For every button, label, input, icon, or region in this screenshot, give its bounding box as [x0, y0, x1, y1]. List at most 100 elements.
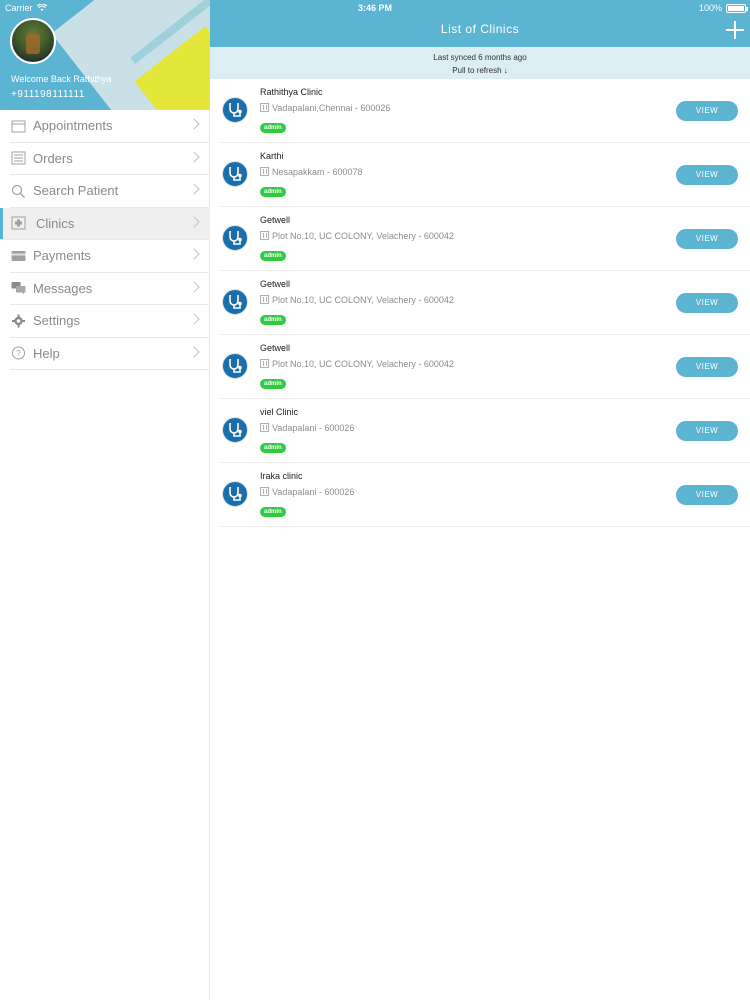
- list-item[interactable]: Getwell Plot No.10, UC COLONY, Velachery…: [220, 271, 750, 335]
- sidebar-item-label: Appointments: [33, 118, 113, 134]
- sidebar-menu: Appointments Orders Search Patient Clini…: [0, 110, 210, 370]
- sidebar-item-payments[interactable]: Payments: [10, 240, 210, 273]
- sidebar-item-orders[interactable]: Orders: [10, 143, 210, 175]
- battery-indicator: 100%: [698, 3, 748, 13]
- search-icon: [10, 184, 26, 198]
- sidebar-item-appointments[interactable]: Appointments: [10, 110, 210, 143]
- sidebar-item-settings[interactable]: Settings: [10, 305, 210, 338]
- stethoscope-icon: [222, 353, 248, 379]
- clinic-address: Vadapalani - 600026: [272, 487, 355, 497]
- calendar-icon: [10, 119, 26, 133]
- chevron-right-icon: [188, 248, 200, 260]
- stethoscope-icon: [222, 481, 248, 507]
- view-button[interactable]: VIEW: [676, 357, 738, 377]
- sync-status-bar: Last synced 6 months ago Pull to refresh…: [210, 47, 750, 79]
- view-button[interactable]: VIEW: [676, 229, 738, 249]
- chevron-right-icon: [188, 215, 200, 228]
- clinic-name: Rathithya Clinic: [260, 87, 323, 97]
- pull-to-refresh-hint: Pull to refresh ↓: [452, 66, 508, 75]
- clinic-name: Getwell: [260, 279, 291, 289]
- list-item[interactable]: Getwell Plot No.10, UC COLONY, Velachery…: [220, 335, 750, 399]
- stethoscope-icon: [222, 97, 248, 123]
- profile-header: Welcome Back Rathithya +911198111111: [0, 0, 210, 110]
- sidebar: Welcome Back Rathithya +911198111111 App…: [0, 0, 210, 1000]
- chevron-right-icon: [188, 345, 200, 358]
- sidebar-item-messages[interactable]: Messages: [10, 273, 210, 305]
- avatar[interactable]: [10, 18, 56, 64]
- welcome-text: Welcome Back Rathithya: [11, 74, 112, 84]
- view-button[interactable]: VIEW: [676, 293, 738, 313]
- chevron-right-icon: [188, 150, 200, 163]
- sidebar-item-label: Clinics: [36, 215, 75, 231]
- stethoscope-icon: [222, 417, 248, 443]
- sidebar-item-label: Settings: [33, 313, 80, 329]
- role-badge: admin: [260, 315, 286, 325]
- chevron-right-icon: [188, 183, 200, 195]
- chevron-right-icon: [188, 280, 200, 293]
- battery-percent: 100%: [698, 3, 722, 13]
- svg-text:?: ?: [16, 349, 21, 358]
- building-icon: [260, 487, 269, 496]
- list-item[interactable]: Karthi Nesapakkam - 600078 admin VIEW: [220, 143, 750, 207]
- page-title: List of Clinics: [440, 22, 520, 36]
- clinic-list: Rathithya Clinic Vadapalani,Chennai - 60…: [220, 79, 750, 527]
- role-badge: admin: [260, 187, 286, 197]
- add-clinic-button[interactable]: [726, 21, 744, 39]
- clinic-address: Plot No.10, UC COLONY, Velachery - 60004…: [272, 359, 454, 369]
- building-icon: [260, 231, 269, 240]
- status-bar: Carrier 3:46 PM 100%: [0, 0, 750, 16]
- app-root: Carrier 3:46 PM 100% Welcome Back Rathit…: [0, 0, 750, 1000]
- gear-icon: [10, 314, 26, 328]
- stethoscope-icon: [222, 225, 248, 251]
- sidebar-item-label: Help: [33, 345, 60, 361]
- list-item[interactable]: Getwell Plot No.10, UC COLONY, Velachery…: [220, 207, 750, 271]
- sidebar-item-label: Orders: [33, 150, 73, 166]
- clinic-name: Getwell: [260, 215, 291, 225]
- view-button[interactable]: VIEW: [676, 101, 738, 121]
- building-icon: [260, 359, 269, 368]
- sidebar-item-label: Payments: [33, 248, 91, 264]
- building-icon: [260, 167, 269, 176]
- chat-icon: [10, 281, 26, 295]
- building-icon: [260, 295, 269, 304]
- list-icon: [10, 151, 26, 165]
- avatar-photo-detail: [26, 34, 40, 54]
- clock: 3:46 PM: [357, 3, 392, 13]
- clinic-name: Getwell: [260, 343, 291, 353]
- list-item[interactable]: viel Clinic Vadapalani - 600026 admin VI…: [220, 399, 750, 463]
- main-panel: List of Clinics Last synced 6 months ago…: [210, 0, 750, 1000]
- stethoscope-icon: [222, 289, 248, 315]
- stethoscope-icon: [222, 161, 248, 187]
- role-badge: admin: [260, 123, 286, 133]
- clinic-address: Nesapakkam - 600078: [272, 167, 363, 177]
- role-badge: admin: [260, 443, 286, 453]
- battery-icon: [726, 3, 748, 13]
- building-icon: [260, 103, 269, 112]
- role-badge: admin: [260, 379, 286, 389]
- clinic-name: Iraka clinic: [260, 471, 303, 481]
- view-button[interactable]: VIEW: [676, 421, 738, 441]
- clinic-name: Karthi: [260, 151, 284, 161]
- view-button[interactable]: VIEW: [676, 485, 738, 505]
- clinic-address: Plot No.10, UC COLONY, Velachery - 60004…: [272, 295, 454, 305]
- question-icon: ?: [10, 346, 26, 360]
- list-item[interactable]: Iraka clinic Vadapalani - 600026 admin V…: [220, 463, 750, 527]
- sidebar-item-label: Search Patient: [33, 183, 119, 199]
- sidebar-item-clinics[interactable]: Clinics: [0, 207, 210, 240]
- card-icon: [10, 249, 26, 263]
- chevron-right-icon: [188, 313, 200, 325]
- view-button[interactable]: VIEW: [676, 165, 738, 185]
- clinic-name: viel Clinic: [260, 407, 299, 417]
- clinic-address: Plot No.10, UC COLONY, Velachery - 60004…: [272, 231, 454, 241]
- sidebar-item-search-patient[interactable]: Search Patient: [10, 175, 210, 208]
- role-badge: admin: [260, 507, 286, 517]
- sidebar-item-help[interactable]: ? Help: [10, 338, 210, 370]
- role-badge: admin: [260, 251, 286, 261]
- list-item[interactable]: Rathithya Clinic Vadapalani,Chennai - 60…: [220, 79, 750, 143]
- phone-number: +911198111111: [11, 89, 85, 100]
- clinic-icon: [10, 216, 26, 230]
- building-icon: [260, 423, 269, 432]
- last-synced-text: Last synced 6 months ago: [433, 53, 527, 62]
- clinic-address: Vadapalani - 600026: [272, 423, 355, 433]
- clinic-address: Vadapalani,Chennai - 600026: [272, 103, 391, 113]
